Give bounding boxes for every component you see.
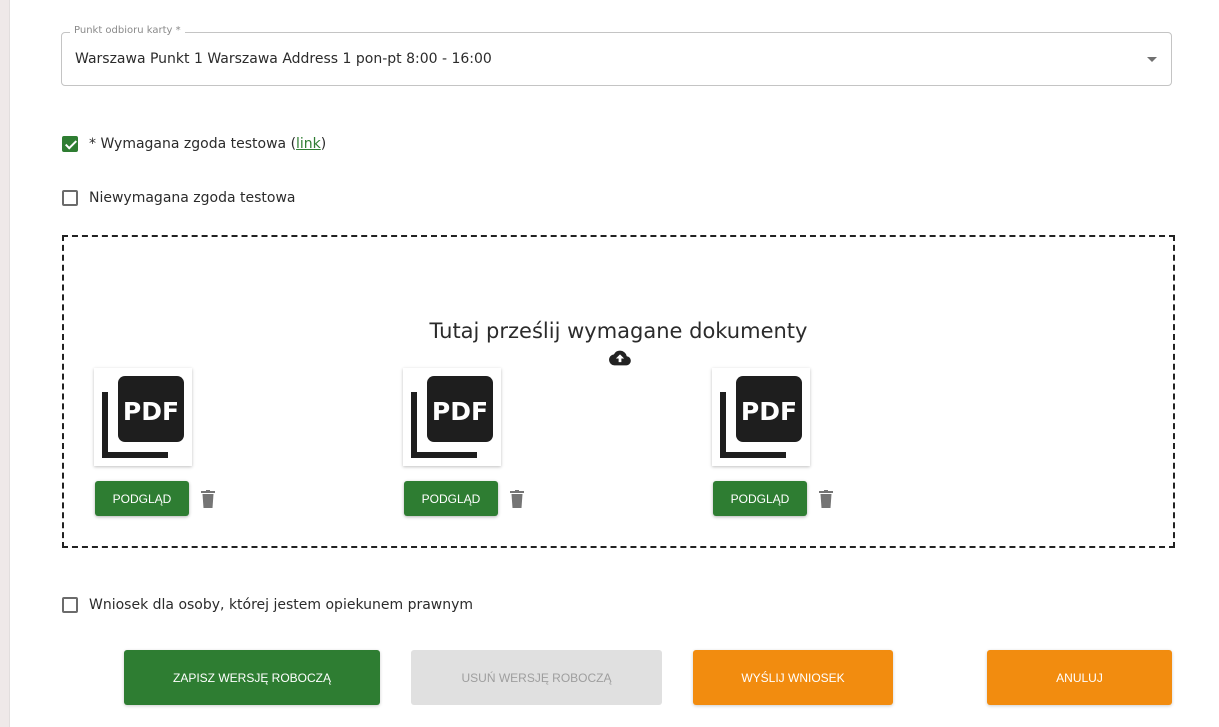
cloud-upload-icon [609,350,631,366]
pdf-icon-text: PDF [432,397,488,426]
required-consent-checkbox[interactable] [62,136,78,152]
preview-button[interactable]: PODGLĄD [95,481,189,516]
left-rail [0,0,10,727]
trash-icon[interactable] [201,489,215,508]
dropdown-arrow-icon[interactable] [1147,57,1157,62]
optional-consent-row[interactable]: Niewymagana zgoda testowa [62,190,296,206]
pdf-thumbnail: PDF [403,368,501,466]
document-item: PDF PODGLĄD [94,368,215,516]
document-actions: PODGLĄD [713,481,833,516]
pickup-point-label: Punkt odbioru karty * [70,25,185,36]
document-item: PDF PODGLĄD [712,368,833,516]
trash-icon[interactable] [510,489,524,508]
document-actions: PODGLĄD [95,481,215,516]
pdf-thumbnail: PDF [712,368,810,466]
pickup-point-value: Warszawa Punkt 1 Warszawa Address 1 pon-… [75,51,492,67]
document-actions: PODGLĄD [404,481,524,516]
document-dropzone[interactable]: Tutaj prześlij wymagane dokumenty PDF PO… [62,235,1175,548]
delete-draft-button[interactable]: USUŃ WERSJĘ ROBOCZĄ [411,650,662,705]
pdf-file-icon: PDF [102,376,184,458]
guardian-application-label: Wniosek dla osoby, której jestem opiekun… [89,597,474,613]
trash-icon[interactable] [819,489,833,508]
submit-application-button[interactable]: WYŚLIJ WNIOSEK [693,650,893,705]
save-draft-button[interactable]: ZAPISZ WERSJĘ ROBOCZĄ [124,650,380,705]
guardian-application-checkbox[interactable] [62,597,78,613]
pdf-icon-text: PDF [123,397,179,426]
optional-consent-checkbox[interactable] [62,190,78,206]
required-consent-row[interactable]: * Wymagana zgoda testowa (link) [62,136,326,152]
consent-link[interactable]: link [296,136,321,152]
pdf-thumbnail: PDF [94,368,192,466]
optional-consent-label: Niewymagana zgoda testowa [89,190,296,206]
required-consent-label: * Wymagana zgoda testowa (link) [89,136,327,152]
pdf-file-icon: PDF [411,376,493,458]
preview-button[interactable]: PODGLĄD [404,481,498,516]
pdf-file-icon: PDF [720,376,802,458]
pickup-point-select[interactable]: Punkt odbioru karty * Warszawa Punkt 1 W… [61,25,1172,86]
pdf-icon-text: PDF [741,397,797,426]
guardian-application-row[interactable]: Wniosek dla osoby, której jestem opiekun… [62,597,473,613]
document-item: PDF PODGLĄD [403,368,524,516]
preview-button[interactable]: PODGLĄD [713,481,807,516]
dropzone-title: Tutaj prześlij wymagane dokumenty [429,319,808,343]
cancel-button[interactable]: ANULUJ [987,650,1172,705]
